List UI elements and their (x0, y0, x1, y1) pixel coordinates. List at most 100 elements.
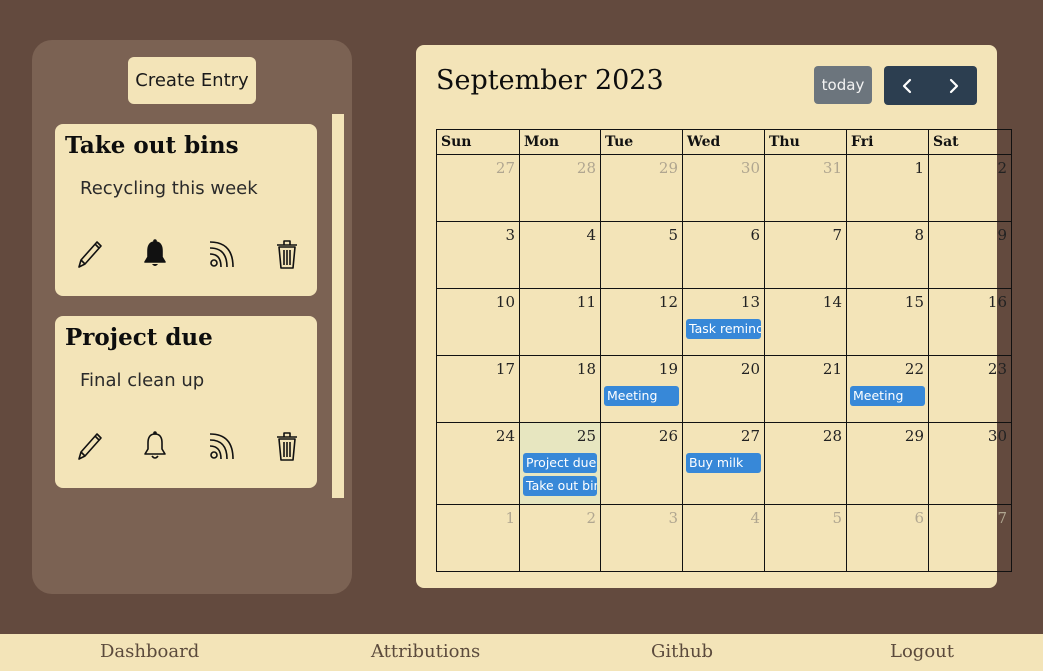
day-cell[interactable]: 6 (846, 504, 929, 572)
month-nav (884, 66, 977, 105)
pencil-icon[interactable] (73, 236, 105, 272)
entry-card: Project due Final clean up (55, 316, 317, 488)
day-cell[interactable]: 19 Meeting (600, 355, 683, 423)
weekday-header: Tue (600, 129, 683, 155)
day-cell[interactable]: 30 (928, 422, 1012, 505)
entry-description: Final clean up (80, 370, 205, 391)
day-cell[interactable]: 25 Project due Take out bins (519, 422, 601, 505)
entry-description: Recycling this week (80, 178, 258, 199)
day-cell[interactable]: 2 (928, 154, 1012, 222)
day-cell[interactable]: 24 (436, 422, 520, 505)
prev-month-button[interactable] (884, 66, 931, 105)
footer-link-logout[interactable]: Logout (890, 641, 954, 662)
day-cell[interactable]: 11 (519, 288, 601, 356)
day-cell[interactable]: 27 Buy milk (682, 422, 765, 505)
day-cell[interactable]: 2 (519, 504, 601, 572)
create-entry-button[interactable]: Create Entry (128, 57, 256, 104)
day-cell[interactable]: 31 (764, 154, 847, 222)
day-cell[interactable]: 14 (764, 288, 847, 356)
day-cell[interactable]: 4 (519, 221, 601, 289)
day-number: 2 (997, 159, 1007, 177)
day-cell[interactable]: 22 Meeting (846, 355, 929, 423)
day-cell[interactable]: 18 (519, 355, 601, 423)
day-number: 29 (904, 427, 924, 445)
day-cell[interactable]: 9 (928, 221, 1012, 289)
pencil-icon[interactable] (73, 428, 105, 464)
calendar-event[interactable]: Project due (523, 453, 597, 473)
day-number: 29 (658, 159, 678, 177)
day-number: 30 (987, 427, 1007, 445)
calendar-event[interactable]: Meeting (604, 386, 679, 406)
day-cell[interactable]: 10 (436, 288, 520, 356)
day-number: 27 (495, 159, 515, 177)
day-cell[interactable]: 1 (436, 504, 520, 572)
day-cell[interactable]: 27 (436, 154, 520, 222)
entry-title: Project due (65, 324, 213, 351)
calendar-event[interactable]: Buy milk (686, 453, 761, 473)
weekday-header: Fri (846, 129, 929, 155)
day-cell[interactable]: 13 Task reminder (682, 288, 765, 356)
day-number: 3 (505, 226, 515, 244)
footer-link-attributions[interactable]: Attributions (371, 641, 480, 662)
day-cell[interactable]: 5 (600, 221, 683, 289)
day-cell[interactable]: 20 (682, 355, 765, 423)
day-number: 16 (987, 293, 1007, 311)
weekday-header-row: Sun Mon Tue Wed Thu Fri Sat (436, 129, 1012, 155)
day-number: 7 (997, 509, 1007, 527)
day-number: 5 (832, 509, 842, 527)
day-cell[interactable]: 7 (928, 504, 1012, 572)
day-cell[interactable]: 8 (846, 221, 929, 289)
day-cell[interactable]: 1 (846, 154, 929, 222)
week-row: 27 28 29 30 31 1 2 (436, 154, 1012, 222)
trash-icon[interactable] (271, 236, 303, 272)
rss-icon[interactable] (205, 236, 237, 272)
day-cell[interactable]: 4 (682, 504, 765, 572)
day-number: 7 (832, 226, 842, 244)
day-cell[interactable]: 30 (682, 154, 765, 222)
trash-icon[interactable] (271, 428, 303, 464)
day-cell[interactable]: 16 (928, 288, 1012, 356)
day-cell[interactable]: 6 (682, 221, 765, 289)
day-cell[interactable]: 17 (436, 355, 520, 423)
bell-outline-icon[interactable] (139, 428, 171, 464)
entry-actions (73, 234, 303, 274)
day-number: 4 (586, 226, 596, 244)
weekday-header: Sat (928, 129, 1012, 155)
chevron-right-icon (949, 78, 958, 93)
weekday-header: Mon (519, 129, 601, 155)
week-row: 3 4 5 6 7 8 9 (436, 221, 1012, 289)
weekday-header: Sun (436, 129, 520, 155)
week-row: 24 25 Project due Take out bins 26 27 Buy milk… (436, 422, 1012, 505)
day-cell[interactable]: 26 (600, 422, 683, 505)
day-cell[interactable]: 23 (928, 355, 1012, 423)
day-cell[interactable]: 7 (764, 221, 847, 289)
day-number: 6 (750, 226, 760, 244)
calendar-event[interactable]: Take out bins (523, 476, 597, 496)
day-number: 1 (505, 509, 515, 527)
day-cell[interactable]: 3 (436, 221, 520, 289)
today-button[interactable]: today (814, 66, 872, 104)
entries-sidebar: Create Entry Take out bins Recycling thi… (32, 40, 352, 594)
entries-scrollbar[interactable] (332, 114, 344, 498)
calendar-event[interactable]: Meeting (850, 386, 925, 406)
day-cell[interactable]: 15 (846, 288, 929, 356)
bell-icon[interactable] (139, 236, 171, 272)
footer-link-dashboard[interactable]: Dashboard (100, 641, 199, 662)
day-cell[interactable]: 3 (600, 504, 683, 572)
next-month-button[interactable] (931, 66, 978, 105)
footer-link-github[interactable]: Github (651, 641, 713, 662)
day-cell[interactable]: 28 (519, 154, 601, 222)
day-number: 28 (822, 427, 842, 445)
day-number: 23 (987, 360, 1007, 378)
week-row: 17 18 19 Meeting 20 21 22 Meeting 23 (436, 355, 1012, 423)
day-cell[interactable]: 21 (764, 355, 847, 423)
rss-icon[interactable] (205, 428, 237, 464)
calendar-panel: September 2023 today Sun Mon Tue Wed Thu Fri S… (416, 45, 1012, 588)
day-number: 1 (914, 159, 924, 177)
day-cell[interactable]: 5 (764, 504, 847, 572)
day-cell[interactable]: 29 (600, 154, 683, 222)
calendar-event[interactable]: Task reminder (686, 319, 761, 339)
day-cell[interactable]: 29 (846, 422, 929, 505)
day-cell[interactable]: 28 (764, 422, 847, 505)
day-cell[interactable]: 12 (600, 288, 683, 356)
